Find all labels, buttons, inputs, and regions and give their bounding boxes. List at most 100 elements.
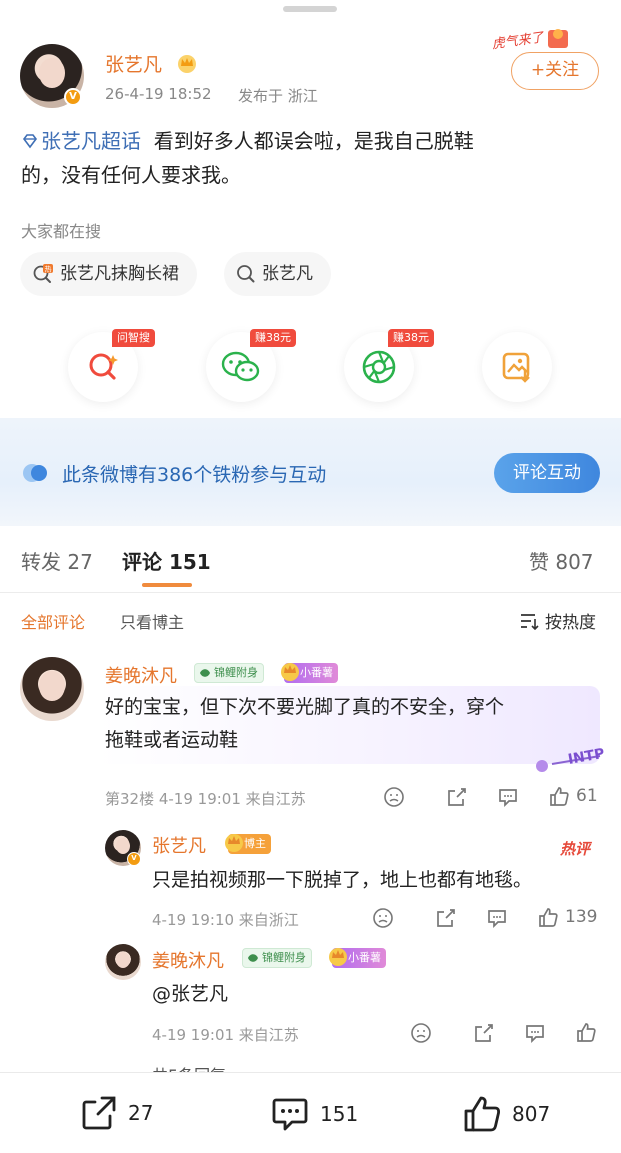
comment-meta: 第32楼 4-19 19:01 来自江苏: [105, 790, 306, 808]
bottom-like-button[interactable]: 807: [462, 1094, 550, 1134]
fan-interaction-icon: [23, 464, 47, 482]
koi-icon: [248, 954, 258, 962]
host-badge: 博主: [225, 834, 271, 854]
share-comment-button[interactable]: [446, 786, 468, 808]
save-image-button[interactable]: [482, 332, 552, 402]
reply-meta: 4-19 19:01 来自江苏: [152, 1026, 299, 1044]
reply-comment-button[interactable]: [486, 907, 508, 929]
save-image-icon: [502, 352, 530, 383]
tab-comments-count: 151: [168, 550, 211, 574]
sort-icon: [521, 613, 539, 630]
tab-comments[interactable]: 评论 151: [122, 546, 211, 575]
tab-comments-label: 评论: [122, 550, 162, 574]
share-icon: [437, 909, 455, 927]
reply-like-button[interactable]: [575, 1021, 597, 1043]
post-detail-sheet: V 张艺凡 26-4-19 18:52 发布于 浙江 虎气来了 +关注 张艺凡超…: [0, 0, 621, 1153]
reply-comment-button[interactable]: [524, 1022, 546, 1044]
reply-share-button[interactable]: [473, 1022, 495, 1044]
reply-author-name[interactable]: 姜晚沐凡: [152, 947, 224, 973]
comment-icon: [526, 1025, 544, 1044]
post-text-line2: 的，没有任何人要求我。: [21, 163, 241, 187]
comment-icon: [488, 910, 506, 929]
koi-badge-label: 锦鲤附身: [262, 951, 306, 964]
fan-level-badge: 小番薯: [281, 663, 338, 683]
fan-level-label: 小番薯: [348, 951, 381, 964]
host-badge-label: 博主: [244, 837, 266, 850]
comment-text-line1: 好的宝宝，但下次不要光脚了真的不安全，穿个: [105, 696, 505, 718]
fan-crown-icon: [281, 663, 299, 681]
post-timestamp: 26-4-19 18:52: [105, 85, 212, 103]
trending-chip-2[interactable]: 张艺凡: [224, 252, 331, 296]
hot-comment-label: 热评: [560, 840, 591, 858]
svg-text:虎气来了: 虎气来了: [491, 30, 546, 52]
ai-search-icon: [89, 353, 118, 380]
commenter-name[interactable]: 姜晚沐凡: [105, 662, 177, 688]
koi-icon: [200, 669, 210, 677]
reply-dislike-button[interactable]: [410, 1022, 432, 1044]
thumbs-up-icon: [539, 908, 558, 927]
bottom-repost-count: 27: [128, 1101, 154, 1125]
koi-badge-label: 锦鲤附身: [214, 666, 258, 679]
reply-text[interactable]: 只是拍视频那一下脱掉了，地上也都有地毯。: [152, 864, 532, 897]
bottom-comment-count: 151: [320, 1102, 359, 1126]
fan-interaction-text: 此条微博有386个铁粉参与互动: [62, 464, 327, 486]
thumbs-up-icon: [550, 787, 569, 806]
sort-label: 按热度: [545, 613, 596, 633]
tabs-divider: [0, 592, 621, 593]
moments-reward-tag: 赚38元: [388, 329, 434, 347]
bottom-comment-button[interactable]: 151: [270, 1094, 358, 1134]
reply-dislike-button[interactable]: [372, 907, 394, 929]
intp-sticker-icon: INTP: [536, 746, 606, 772]
thumbs-up-icon: [464, 1096, 501, 1132]
reply-text[interactable]: @张艺凡: [152, 978, 228, 1011]
comment-text[interactable]: 好的宝宝，但下次不要光脚了真的不安全，穿个 拖鞋或者运动鞋: [105, 691, 595, 757]
dislike-face-icon: [373, 908, 393, 928]
post-text-line1: 看到好多人都误会啦，是我自己脱鞋: [153, 129, 474, 153]
author-name[interactable]: 张艺凡: [105, 50, 162, 77]
reply-like-count: 139: [565, 907, 598, 927]
comment-text-line2: 拖鞋或者运动鞋: [105, 729, 239, 751]
host-crown-icon: [225, 834, 243, 852]
share-icon: [448, 788, 466, 806]
follow-button[interactable]: +关注: [511, 52, 599, 90]
repost-icon: [82, 1096, 116, 1130]
like-comment-button[interactable]: 61: [548, 785, 598, 807]
hot-search-icon: 热: [33, 264, 53, 283]
sort-by-hot-button[interactable]: 按热度: [519, 608, 596, 633]
filter-all-comments[interactable]: 全部评论: [21, 609, 85, 633]
comment-icon: [499, 789, 517, 808]
reply-share-button[interactable]: [435, 907, 457, 929]
svg-text:INTP: INTP: [567, 746, 606, 768]
dislike-button[interactable]: [383, 786, 405, 808]
commenter-avatar[interactable]: [20, 657, 84, 721]
reply-comment-button[interactable]: [497, 786, 519, 808]
reply-author-name[interactable]: 张艺凡: [152, 832, 206, 858]
post-location: 发布于 浙江: [238, 87, 318, 105]
ai-search-tag: 问智搜: [112, 329, 155, 347]
wechat-reward-tag: 赚38元: [250, 329, 296, 347]
post-content: 张艺凡超话 看到好多人都误会啦，是我自己脱鞋 的，没有任何人要求我。: [21, 124, 601, 192]
verified-badge-icon: V: [64, 88, 82, 106]
fan-crown-icon: [329, 948, 347, 966]
search-icon: [237, 265, 255, 283]
thumbs-up-icon: [577, 1023, 596, 1042]
koi-badge: 锦鲤附身: [194, 663, 264, 683]
reply-like-button[interactable]: 139: [537, 906, 597, 928]
reply-author-avatar[interactable]: [105, 944, 141, 980]
bottom-like-count: 807: [512, 1102, 551, 1126]
follow-sticker-icon: 虎气来了: [491, 29, 568, 52]
tab-likes[interactable]: 赞 807: [529, 546, 594, 575]
bottom-repost-button[interactable]: 27: [80, 1094, 153, 1132]
trending-chip-label: 张艺凡: [262, 264, 313, 284]
tab-repost[interactable]: 转发 27: [21, 546, 93, 575]
dislike-face-icon: [411, 1023, 431, 1043]
topic-diamond-icon: [23, 134, 37, 149]
trending-chip-1[interactable]: 热 张艺凡抹胸长裙: [20, 252, 197, 296]
verified-badge-icon: V: [127, 852, 141, 866]
comment-interact-button[interactable]: 评论互动: [494, 453, 600, 493]
supertopic-link[interactable]: 张艺凡超话: [41, 129, 141, 153]
koi-badge: 锦鲤附身: [242, 948, 312, 968]
filter-host-only[interactable]: 只看博主: [120, 609, 184, 633]
wechat-icon: [221, 351, 260, 382]
drag-handle[interactable]: [283, 6, 337, 12]
